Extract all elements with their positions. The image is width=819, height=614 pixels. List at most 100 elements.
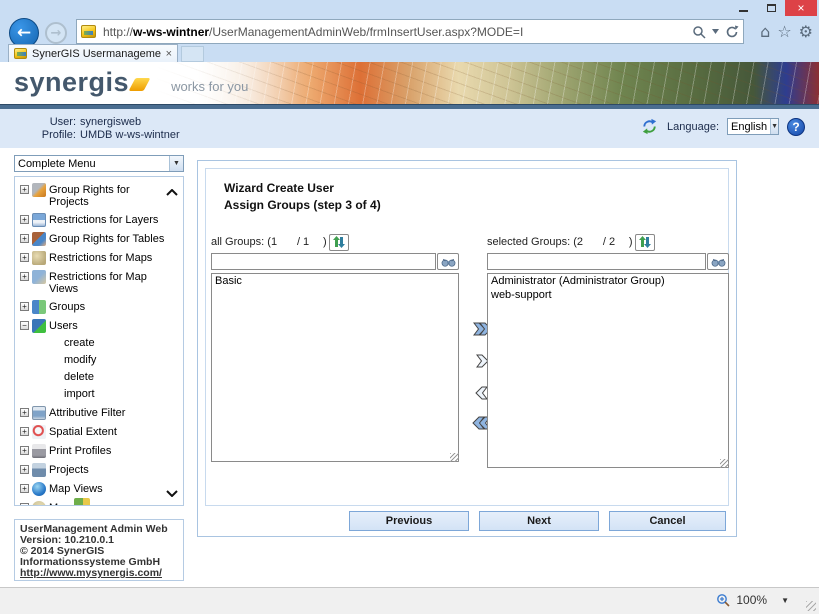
tree-item-label[interactable]: Group Rights for Projects [49,183,165,208]
user-label: User: [28,116,76,129]
favorites-star-icon[interactable]: ☆ [777,22,791,41]
minimize-button[interactable] [729,0,757,16]
tree-item[interactable]: + Restrictions for Maps [20,251,181,265]
scroll-down-icon[interactable] [166,490,178,497]
window-resize-grip[interactable] [806,601,816,611]
menu-mode-select[interactable]: Complete Menu ▼ [14,155,184,172]
tree-item-label[interactable]: Restrictions for Maps [49,251,152,264]
selected-groups-filter-input[interactable] [487,253,706,270]
menu-mode-value: Complete Menu [15,158,169,170]
expand-icon[interactable]: + [20,302,29,311]
expand-icon[interactable]: + [20,215,29,224]
tree-item[interactable]: + Attributive Filter [20,406,181,420]
zoom-magnifier-icon[interactable] [716,593,730,607]
list-option[interactable]: Basic [212,274,458,288]
profile-value: UMDB w-ws-wintner [80,129,180,142]
tree-item[interactable]: + Projects [20,463,181,477]
tree-item-label[interactable]: Map Views [49,482,103,495]
menu-tree: + Group Rights for Projects + Restrictions … [14,176,184,506]
tree-item[interactable]: + Map Views [20,482,181,496]
tree-item[interactable]: − Users [20,319,181,333]
icon-restr-layers-icon [32,213,46,227]
wizard-title: Wizard Create User [224,181,334,195]
filter-button[interactable] [707,253,729,270]
forward-button[interactable]: → [45,22,67,44]
icon-projects-icon [32,463,46,477]
wizard-content: Wizard Create User Assign Groups (step 3… [205,168,729,506]
profile-label: Profile: [28,129,76,142]
tree-item-label[interactable]: Print Profiles [49,444,111,457]
tree-item-label[interactable]: Users [49,319,78,332]
address-bar[interactable]: http://w-ws-wintner/UserManagementAdminW… [76,19,744,44]
url-text[interactable]: http://w-ws-wintner/UserManagementAdminW… [103,25,692,39]
expand-icon[interactable]: + [20,272,29,281]
maximize-button[interactable] [757,0,785,16]
search-icon[interactable] [692,25,706,39]
list-option[interactable]: Administrator (Administrator Group) [488,274,728,288]
tree-item-label[interactable]: Spatial Extent [49,425,117,438]
scroll-up-icon[interactable] [166,189,178,196]
expand-icon[interactable]: + [20,185,29,194]
search-dropdown-icon[interactable] [712,29,719,34]
help-button[interactable]: ? [787,118,805,136]
all-groups-filter-input[interactable] [211,253,436,270]
list-option[interactable]: web-support [488,288,728,302]
home-icon[interactable]: ⌂ [760,22,770,41]
next-button[interactable]: Next [479,511,599,531]
tree-item-label[interactable]: Groups [49,300,85,313]
expand-icon[interactable]: + [20,253,29,262]
language-select[interactable]: English ▼ [727,118,779,135]
tree-item-label[interactable]: Maps [49,501,76,506]
expand-icon[interactable]: + [20,484,29,493]
tree-item[interactable]: + Maps [20,501,181,506]
synergis-favicon [81,25,96,38]
zoom-dropdown-icon[interactable]: ▼ [781,596,789,605]
previous-button[interactable]: Previous [349,511,469,531]
expand-icon[interactable]: + [20,408,29,417]
tree-item-label[interactable]: Restrictions for Map Views [49,270,165,295]
logo-slash-icon [129,78,151,91]
settings-gear-icon[interactable]: ⚙ [799,22,813,41]
cancel-button[interactable]: Cancel [609,511,726,531]
tree-item[interactable]: + Groups [20,300,181,314]
reload-language-icon[interactable] [640,117,659,136]
tree-item-label[interactable]: Group Rights for Tables [49,232,164,245]
tree-subitem-delete[interactable]: delete [64,372,181,383]
tree-item[interactable]: + Print Profiles [20,444,181,458]
tree-item[interactable]: + Group Rights for Projects [20,183,181,208]
zoom-level[interactable]: 100% [736,593,767,607]
tree-subitem-modify[interactable]: modify [64,355,181,366]
expand-icon[interactable]: + [20,465,29,474]
collapse-icon[interactable]: − [20,321,29,330]
tree-item[interactable]: + Group Rights for Tables [20,232,181,246]
selected-groups-listbox[interactable]: Administrator (Administrator Group)web-s… [487,273,729,468]
tree-item[interactable]: + Spatial Extent [20,425,181,439]
new-tab-button[interactable] [181,46,204,62]
expand-icon[interactable]: + [20,427,29,436]
tree-item[interactable]: + Restrictions for Map Views [20,270,181,295]
list-resize-grip[interactable] [450,453,459,462]
close-button[interactable]: × [785,0,817,16]
expand-icon[interactable]: + [20,446,29,455]
reload-list-button[interactable] [635,234,655,251]
tree-subitem-import[interactable]: import [64,389,181,400]
expand-icon[interactable]: + [20,234,29,243]
synergis-logo: synergis [14,67,129,98]
selected-groups-label-row: selected Groups: ( 2 / 2 ) [487,233,655,251]
tree-item-label[interactable]: Projects [49,463,89,476]
tree-item-label[interactable]: Restrictions for Layers [49,213,158,226]
synergis-link[interactable]: http://www.mysynergis.com/ [20,567,162,579]
expand-icon[interactable]: + [20,503,29,506]
list-resize-grip[interactable] [720,459,729,468]
minimize-icon [739,10,748,12]
browser-tab[interactable]: SynerGIS Usermanagement ... × [8,44,178,62]
tree-subitem-create[interactable]: create [64,338,181,349]
reload-list-button[interactable] [329,234,349,251]
filter-button[interactable] [437,253,459,270]
icon-users-icon [32,319,46,333]
tree-item[interactable]: + Restrictions for Layers [20,213,181,227]
tree-item-label[interactable]: Attributive Filter [49,406,125,419]
tab-close-icon[interactable]: × [166,48,172,60]
all-groups-listbox[interactable]: Basic [211,273,459,462]
refresh-icon[interactable] [725,25,739,39]
